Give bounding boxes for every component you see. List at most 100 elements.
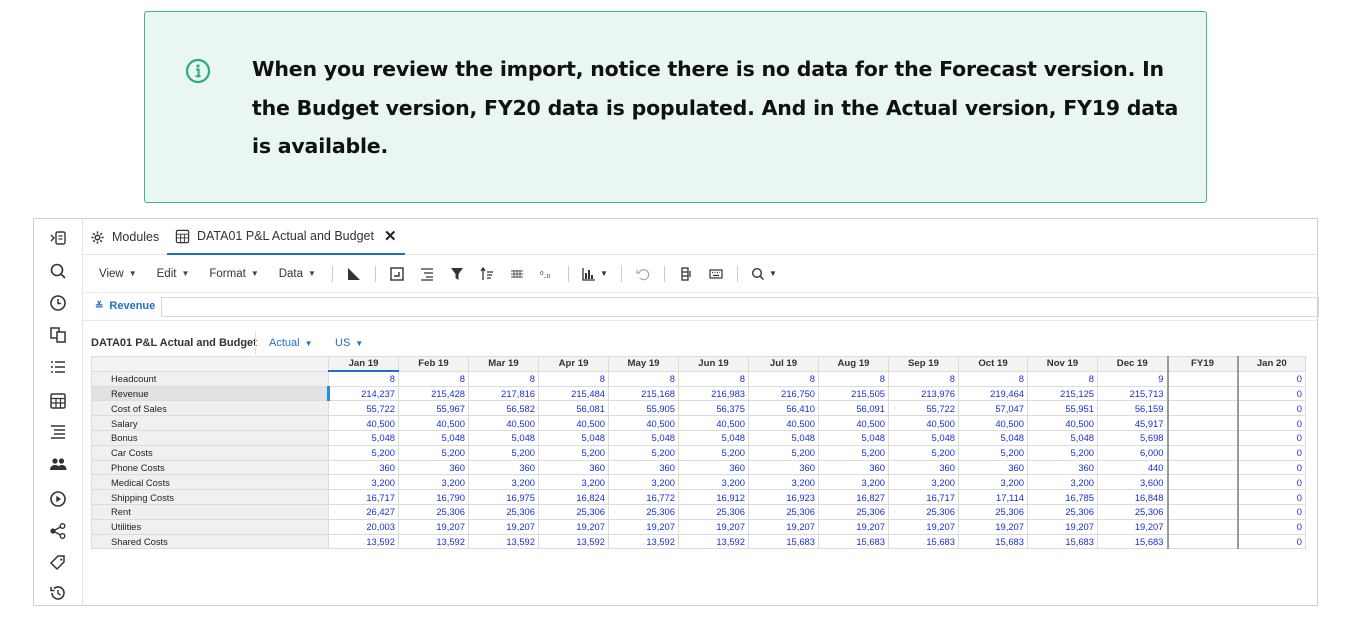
column-header[interactable]: Oct 19	[958, 356, 1028, 372]
grid-cell[interactable]: 3,200	[888, 474, 959, 491]
grid-cell[interactable]: 5,698	[1097, 429, 1169, 446]
grid-cell[interactable]: 5,200	[468, 444, 539, 461]
menu-data[interactable]: Data ▼	[279, 268, 316, 280]
grid-cell[interactable]: 55,967	[398, 400, 469, 417]
grid-cell[interactable]: 16,824	[538, 489, 609, 505]
grid-cell[interactable]: 8	[538, 370, 609, 387]
grid-cell[interactable]: 40,500	[958, 415, 1028, 431]
grid-cell[interactable]: 26,427	[328, 503, 399, 520]
grid-cell[interactable]: 16,923	[748, 489, 819, 505]
grid-cell[interactable]: 55,951	[1027, 400, 1098, 417]
grid-cell[interactable]: 13,592	[678, 533, 749, 550]
grid-cell[interactable]: 3,600	[1097, 474, 1169, 491]
grid-cell[interactable]: 25,306	[888, 503, 959, 520]
grid-cell[interactable]: 25,306	[398, 503, 469, 520]
table-icon[interactable]	[48, 391, 68, 411]
grid-cell[interactable]: 0	[1237, 459, 1306, 476]
users-icon[interactable]	[48, 454, 68, 474]
grid-cell[interactable]: 15,683	[748, 533, 819, 550]
grid-cell[interactable]: 8	[328, 370, 399, 387]
grid-cell[interactable]: 56,081	[538, 400, 609, 417]
grid-cell[interactable]: 0	[1237, 400, 1306, 417]
column-header[interactable]: Apr 19	[538, 356, 609, 372]
grid-cell[interactable]: 5,200	[958, 444, 1028, 461]
grid-cell[interactable]: 0	[1237, 370, 1306, 387]
grid-cell[interactable]: 5,048	[608, 429, 679, 446]
grid-cell[interactable]: 0	[1237, 518, 1306, 535]
grid-cell[interactable]: 16,785	[1027, 489, 1098, 505]
grid-cell[interactable]: 25,306	[678, 503, 749, 520]
column-header[interactable]: Jan 20	[1237, 356, 1306, 372]
grid-cell[interactable]: 360	[328, 459, 399, 476]
grid-cell[interactable]: 56,375	[678, 400, 749, 417]
pivot-icon[interactable]	[346, 266, 362, 282]
grid-cell[interactable]: 215,505	[818, 385, 889, 402]
row-label[interactable]: Phone Costs	[91, 459, 329, 476]
grid-cell[interactable]: 8	[748, 370, 819, 387]
grid-cell[interactable]: 3,200	[468, 474, 539, 491]
grid-cell[interactable]: 3,200	[538, 474, 609, 491]
grid-cell[interactable]: 25,306	[748, 503, 819, 520]
grid-cell[interactable]: 20,003	[328, 518, 399, 535]
row-label[interactable]: Headcount	[91, 370, 329, 387]
grid-cell[interactable]	[1167, 400, 1239, 417]
column-header[interactable]: Aug 19	[818, 356, 889, 372]
grid-cell[interactable]: 0	[1237, 474, 1306, 491]
grid-cell[interactable]: 0	[1237, 444, 1306, 461]
column-header[interactable]: May 19	[608, 356, 679, 372]
grid-cell[interactable]: 55,905	[608, 400, 679, 417]
grid-cell[interactable]: 5,200	[678, 444, 749, 461]
grid-cell[interactable]: 56,410	[748, 400, 819, 417]
grid-cell[interactable]: 8	[1027, 370, 1098, 387]
grid-cell[interactable]: 0	[1237, 415, 1306, 431]
column-header[interactable]: Feb 19	[398, 356, 469, 372]
grid-cell[interactable]: 360	[818, 459, 889, 476]
grid-cell[interactable]: 40,500	[398, 415, 469, 431]
grid-cell[interactable]: 19,207	[748, 518, 819, 535]
grid-cell[interactable]: 5,200	[608, 444, 679, 461]
grid-cell[interactable]: 5,200	[1027, 444, 1098, 461]
grid-cell[interactable]: 3,200	[748, 474, 819, 491]
grid-cell[interactable]: 25,306	[818, 503, 889, 520]
grid-cell[interactable]: 56,159	[1097, 400, 1169, 417]
grid-cell[interactable]: 360	[748, 459, 819, 476]
grid-cell[interactable]: 55,722	[888, 400, 959, 417]
row-label[interactable]: Salary	[91, 415, 329, 431]
grid-cell[interactable]: 19,207	[1097, 518, 1169, 535]
grid-cell[interactable]: 5,048	[888, 429, 959, 446]
grid-cell[interactable]: 0	[1237, 489, 1306, 505]
grid-cell[interactable]: 8	[398, 370, 469, 387]
page-dimension[interactable]: ≚ Revenue	[95, 300, 155, 312]
tab-modules[interactable]: Modules	[90, 219, 159, 255]
grid-cell[interactable]	[1167, 489, 1239, 505]
grid-cell[interactable]: 5,048	[958, 429, 1028, 446]
row-label[interactable]: Shared Costs	[91, 533, 329, 550]
grid-cell[interactable]: 13,592	[468, 533, 539, 550]
grid-cell[interactable]: 3,200	[958, 474, 1028, 491]
indent-icon[interactable]	[419, 266, 435, 282]
grid-cell[interactable]: 3,200	[678, 474, 749, 491]
grid-cell[interactable]: 360	[958, 459, 1028, 476]
grid-cell[interactable]: 215,428	[398, 385, 469, 402]
grid-cell[interactable]: 19,207	[818, 518, 889, 535]
grid-cell[interactable]: 19,207	[888, 518, 959, 535]
grid-cell[interactable]: 215,484	[538, 385, 609, 402]
row-label[interactable]: Rent	[91, 503, 329, 520]
grid-cell[interactable]: 45,917	[1097, 415, 1169, 431]
grid-cell[interactable]: 360	[468, 459, 539, 476]
menu-view[interactable]: View ▼	[99, 268, 137, 280]
grid-cell[interactable]: 19,207	[398, 518, 469, 535]
grid-cell[interactable]: 8	[958, 370, 1028, 387]
grid-cell[interactable]: 360	[608, 459, 679, 476]
grid-cell[interactable]: 219,464	[958, 385, 1028, 402]
grid-cell[interactable]: 360	[1027, 459, 1098, 476]
grid-cell[interactable]: 15,683	[958, 533, 1028, 550]
expand-panel-icon[interactable]	[48, 228, 68, 248]
grid-cell[interactable]: 25,306	[1097, 503, 1169, 520]
grid-cell[interactable]: 216,983	[678, 385, 749, 402]
grid-cell[interactable]: 19,207	[958, 518, 1028, 535]
grid-cell[interactable]: 15,683	[1097, 533, 1169, 550]
grid-cell[interactable]: 16,975	[468, 489, 539, 505]
grid-cell[interactable]: 6,000	[1097, 444, 1169, 461]
grid-cell[interactable]: 360	[888, 459, 959, 476]
